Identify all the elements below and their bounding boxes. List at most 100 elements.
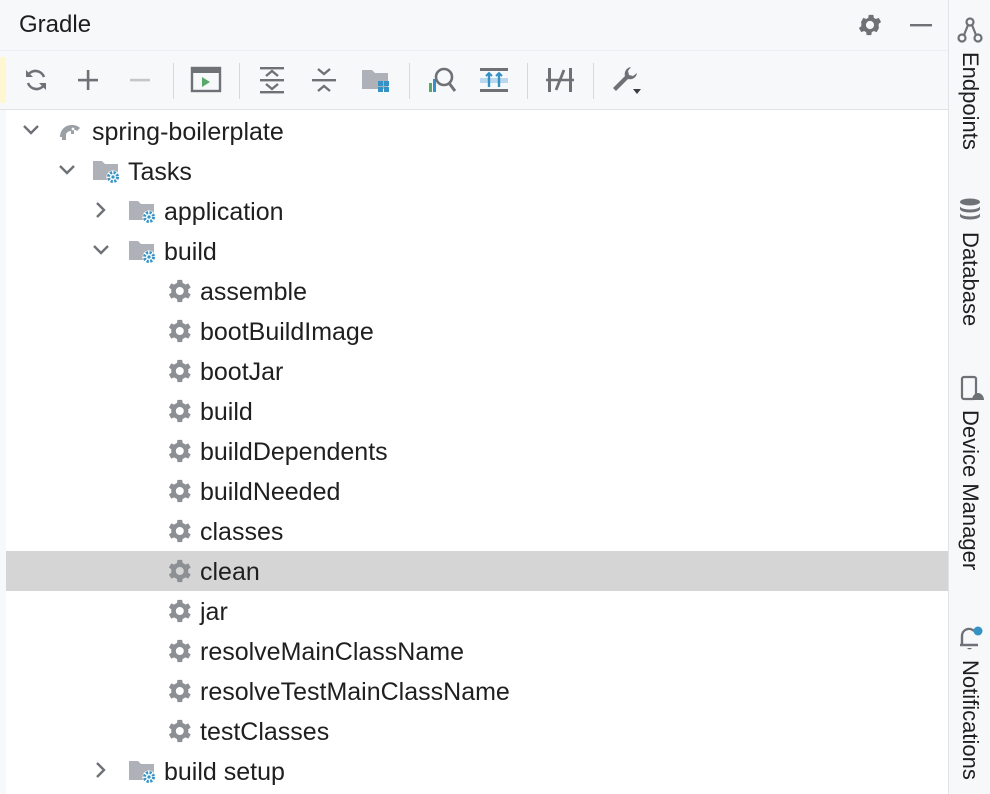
tree-row-project[interactable]: spring-boilerplate	[6, 111, 948, 151]
group-tasks-button[interactable]	[356, 60, 396, 100]
run-window-icon	[190, 66, 222, 93]
gear-icon	[168, 439, 191, 463]
chevron-down-icon[interactable]	[56, 159, 78, 181]
gradle-elephant-icon	[60, 125, 80, 140]
tree-row-group-application[interactable]: application	[6, 191, 948, 231]
tree-row-task[interactable]: jar	[6, 591, 948, 631]
task-folder-icon	[129, 241, 156, 264]
task-label: bootBuildImage	[200, 318, 374, 346]
sidebar-item-database[interactable]: Database	[949, 196, 990, 336]
task-label: testClasses	[200, 718, 330, 746]
task-label: resolveMainClassName	[200, 638, 464, 666]
expand-all-icon	[260, 67, 284, 94]
offline-icon	[546, 68, 574, 92]
gear-icon	[168, 399, 191, 423]
sidebar-item-notifications[interactable]: Notifications	[949, 624, 990, 794]
tree-row-task[interactable]: buildNeeded	[6, 471, 948, 511]
plus-icon	[78, 70, 98, 90]
task-label: bootJar	[200, 358, 284, 386]
bell-icon	[960, 626, 983, 650]
endpoints-icon	[957, 17, 983, 43]
tree-row-task[interactable]: resolveTestMainClassName	[6, 671, 948, 711]
chevron-down-icon[interactable]	[90, 239, 112, 261]
device-manager-icon	[960, 375, 984, 401]
gear-icon	[168, 359, 191, 383]
minimize-icon	[910, 24, 932, 27]
add-button[interactable]	[68, 60, 108, 100]
gear-icon	[168, 719, 191, 743]
analyze-icon	[429, 67, 457, 92]
task-label: buildDependents	[200, 438, 388, 466]
gear-icon	[168, 679, 191, 703]
folder-grid-icon	[362, 70, 389, 92]
tree-row-task[interactable]: assemble	[6, 271, 948, 311]
chevron-right-icon[interactable]	[90, 759, 112, 781]
sidebar-label: Database	[958, 232, 983, 327]
reload-icon	[26, 69, 46, 91]
gear-icon	[168, 519, 191, 543]
tree-row-task[interactable]: testClasses	[6, 711, 948, 751]
analyze-dependencies-button[interactable]	[422, 60, 462, 100]
dependencies-icon	[480, 68, 508, 92]
toggle-offline-button[interactable]	[540, 60, 580, 100]
database-icon	[960, 198, 980, 220]
reload-button[interactable]	[16, 60, 56, 100]
expand-all-button[interactable]	[252, 60, 292, 100]
toolbar	[0, 50, 948, 110]
chevron-right-icon[interactable]	[90, 199, 112, 221]
execute-task-button[interactable]	[186, 60, 226, 100]
group-label: build setup	[164, 758, 285, 786]
tree-row-task[interactable]: resolveMainClassName	[6, 631, 948, 671]
tree-row-task[interactable]: bootBuildImage	[6, 311, 948, 351]
task-folder-icon	[129, 201, 156, 224]
settings-button[interactable]	[855, 10, 885, 40]
toolbar-separator	[593, 63, 594, 99]
gear-icon	[168, 319, 191, 343]
gear-icon	[168, 479, 191, 503]
sidebar-label: Endpoints	[958, 52, 983, 150]
tree-row-task[interactable]: clean	[6, 551, 948, 591]
gear-icon	[168, 559, 191, 583]
chevron-down-icon[interactable]	[20, 119, 42, 141]
tree-row-group-build[interactable]: build	[6, 231, 948, 271]
sidebar-item-endpoints[interactable]: Endpoints	[949, 16, 990, 166]
panel-title: Gradle	[19, 11, 92, 38]
task-label: classes	[200, 518, 284, 546]
group-label: build	[164, 238, 217, 266]
tree-row-task[interactable]: bootJar	[6, 351, 948, 391]
minus-icon	[130, 78, 150, 82]
gear-icon	[168, 599, 191, 623]
tree-row-task[interactable]: buildDependents	[6, 431, 948, 471]
minimize-button[interactable]	[906, 10, 936, 40]
toolbar-separator	[239, 63, 240, 99]
task-label: resolveTestMainClassName	[200, 678, 510, 706]
build-tool-settings-button[interactable]	[606, 60, 646, 100]
tasks-folder-label: Tasks	[128, 158, 192, 186]
project-name: spring-boilerplate	[92, 118, 284, 146]
task-label: clean	[200, 558, 260, 586]
toolbar-separator	[173, 63, 174, 99]
collapse-all-icon	[312, 68, 336, 92]
tree-row-task[interactable]: classes	[6, 511, 948, 551]
task-label: jar	[200, 598, 228, 626]
task-label: assemble	[200, 278, 307, 306]
tree-row-tasks[interactable]: Tasks	[6, 151, 948, 191]
show-dependencies-button[interactable]	[474, 60, 514, 100]
right-tool-strip: Endpoints Database Device Manager Notifi…	[948, 0, 990, 794]
tree-row-task[interactable]: build	[6, 391, 948, 431]
remove-button[interactable]	[120, 60, 160, 100]
sidebar-item-device-manager[interactable]: Device Manager	[949, 374, 990, 584]
toolbar-edge	[0, 57, 6, 103]
gear-icon	[168, 279, 191, 303]
collapse-all-button[interactable]	[304, 60, 344, 100]
toolbar-separator	[527, 63, 528, 99]
sidebar-label: Device Manager	[958, 410, 983, 571]
task-folder-icon	[129, 761, 156, 784]
tree-row-group-build-setup[interactable]: build setup	[6, 751, 948, 791]
task-label: build	[200, 398, 253, 426]
title-bar: Gradle	[0, 0, 948, 50]
wrench-icon	[613, 67, 641, 94]
task-label: buildNeeded	[200, 478, 341, 506]
gear-icon	[858, 14, 882, 36]
toolbar-separator	[409, 63, 410, 99]
